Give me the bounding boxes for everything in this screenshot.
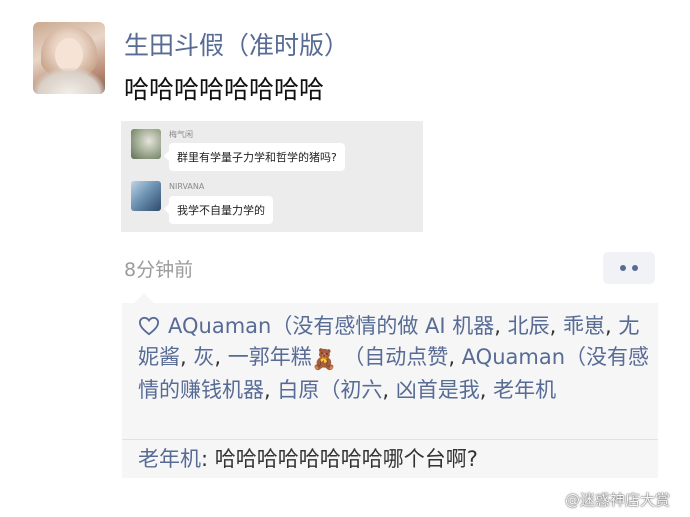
avatar-fur <box>33 68 105 94</box>
panel-arrow <box>134 293 154 303</box>
post-text: 哈哈哈哈哈哈哈哈 <box>124 75 325 104</box>
chat-sender-2: NIRVANA <box>169 182 205 191</box>
more-dot-icon <box>620 265 626 271</box>
comment-author[interactable]: 老年机 <box>138 447 201 471</box>
like-user-name[interactable]: 乖崽 <box>563 314 605 338</box>
chat-avatar-1 <box>131 129 161 159</box>
more-actions-button[interactable] <box>603 252 655 284</box>
chat-bubble-2: 我学不自量力学的 <box>164 196 273 224</box>
watermark-text: @迷惑神店大赏 <box>565 491 671 509</box>
like-separator: , <box>264 378 278 402</box>
like-user-name[interactable]: 北辰 <box>508 314 550 338</box>
like-separator: , <box>604 314 619 338</box>
like-user-name[interactable]: 凶首是我 <box>396 378 480 402</box>
heart-outline-icon <box>138 316 160 336</box>
comment-separator: : <box>201 447 215 471</box>
author-nickname[interactable]: 生田斗假（准时版） <box>124 26 349 62</box>
like-separator: , <box>494 314 508 338</box>
like-separator: , <box>180 345 194 369</box>
panel-divider <box>122 439 658 440</box>
like-user-name[interactable]: AQuaman（没有感情的做 AI 机器 <box>168 314 494 338</box>
comment-item[interactable]: 老年机: 哈哈哈哈哈哈哈哈哪个台啊? <box>138 444 478 475</box>
like-separator: , <box>382 378 396 402</box>
shared-image[interactable]: 梅气闲 群里有学量子力学和哲学的猪吗? NIRVANA 我学不自量力学的 <box>121 121 423 232</box>
chat-bubble-1: 群里有学量子力学和哲学的猪吗? <box>164 143 345 171</box>
teddy-bear-emoji-icon: 🧸 <box>311 347 337 371</box>
like-user-name[interactable]: 白原（初六 <box>277 378 382 402</box>
like-user-name[interactable]: 一郭年糕 <box>228 345 312 369</box>
like-separator: , <box>479 378 494 402</box>
chat-sender-1: 梅气闲 <box>169 130 193 139</box>
more-dot-icon <box>632 265 638 271</box>
watermark: @迷惑神店大赏 <box>542 489 670 510</box>
comment-text: 哈哈哈哈哈哈哈哈哪个台啊? <box>214 447 478 471</box>
like-separator: , <box>549 314 563 338</box>
like-user-name[interactable]: （自动点赞 <box>343 345 448 369</box>
like-user-name[interactable]: 灰 <box>193 345 214 369</box>
like-user-name[interactable]: 老年机 <box>493 378 556 402</box>
avatar-face <box>55 38 83 72</box>
weibo-icon <box>542 492 561 508</box>
like-separator: , <box>214 345 228 369</box>
likes-names: AQuaman（没有感情的做 AI 机器, 北辰, 乖崽, 尢妮酱, 灰, 一郭… <box>138 314 649 402</box>
post-timestamp: 8分钟前 <box>124 259 194 281</box>
author-avatar[interactable] <box>33 22 105 94</box>
chat-avatar-2 <box>131 181 161 211</box>
likes-list: AQuaman（没有感情的做 AI 机器, 北辰, 乖崽, 尢妮酱, 灰, 一郭… <box>138 311 650 406</box>
like-separator: , <box>448 345 462 369</box>
